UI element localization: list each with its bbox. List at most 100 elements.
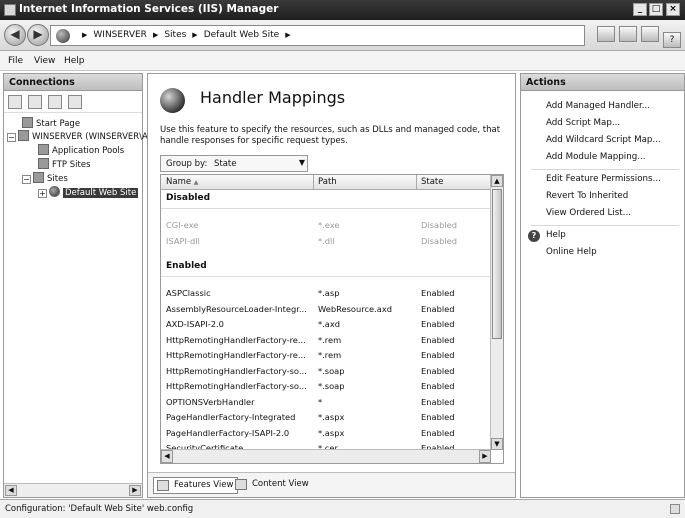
revert-to-inherited-link[interactable]: Revert To Inherited	[546, 191, 628, 201]
column-header-state[interactable]: State	[421, 177, 444, 187]
website-globe-icon	[49, 186, 60, 197]
scroll-left-icon[interactable]: ◀	[161, 450, 173, 463]
cell-name: HttpRemotingHandlerFactory-so...	[166, 381, 307, 391]
group-by-select[interactable]: Group by: State ▼	[160, 155, 308, 172]
address-bar: ◀ ▶ ▶ WINSERVER ▶ Sites ▶ Default Web Site ▶ ?	[0, 20, 685, 51]
help-icon[interactable]: ?	[663, 32, 681, 48]
breadcrumb-separator: ▶	[152, 31, 159, 39]
menu-file[interactable]: File	[8, 56, 23, 66]
tree-item-default-web-site[interactable]: + Default Web Site	[38, 186, 139, 198]
actions-header: Actions	[521, 74, 684, 91]
table-row[interactable]: HttpRemotingHandlerFactory-so... *.soap En…	[161, 379, 491, 394]
table-horizontal-scrollbar[interactable]: ◀ ▶	[161, 449, 491, 463]
expand-toggle[interactable]: +	[38, 189, 47, 198]
breadcrumb-item-server[interactable]: WINSERVER	[93, 30, 147, 40]
scroll-right-icon[interactable]: ▶	[479, 450, 491, 463]
tab-content-view[interactable]: Content View	[232, 477, 313, 494]
stop-icon[interactable]	[619, 26, 637, 42]
breadcrumb[interactable]: ▶ WINSERVER ▶ Sites ▶ Default Web Site ▶	[50, 25, 585, 46]
close-button[interactable]: ×	[666, 3, 680, 16]
table-row[interactable]: AssemblyResourceLoader-Integr... WebResou…	[161, 302, 491, 317]
cell-name: HttpRemotingHandlerFactory-re...	[166, 334, 306, 345]
cell-name: OPTIONSVerbHandler	[166, 396, 255, 407]
menu-view[interactable]: View	[34, 56, 55, 66]
add-wildcard-script-map-link[interactable]: Add Wildcard Script Map...	[546, 135, 661, 145]
connection-icon[interactable]	[597, 26, 615, 42]
cell-name: HttpRemotingHandlerFactory-re...	[166, 350, 306, 360]
group-header[interactable]: Enabled	[166, 261, 207, 271]
cell-path: *.rem	[318, 350, 342, 360]
scroll-left-icon[interactable]: ◀	[5, 485, 17, 496]
features-view-icon	[157, 480, 169, 491]
cell-state: Enabled	[421, 288, 455, 298]
connections-horizontal-scrollbar[interactable]: ◀ ▶	[4, 483, 142, 497]
cell-path: WebResource.axd	[318, 303, 393, 314]
cell-state: Enabled	[421, 303, 455, 314]
table-row[interactable]: ISAPI-dll *.dll Disabled	[161, 234, 491, 249]
view-ordered-list-link[interactable]: View Ordered List...	[546, 208, 631, 218]
add-script-map-link[interactable]: Add Script Map...	[546, 118, 620, 128]
table-row[interactable]: HttpRemotingHandlerFactory-re... *.rem Ena…	[161, 348, 491, 363]
view-tabs: Features View Content View	[148, 472, 515, 497]
column-header-name[interactable]: Name ▲	[166, 177, 198, 187]
help-link[interactable]: Help	[546, 230, 566, 240]
scrollbar-thumb[interactable]	[492, 189, 502, 339]
forward-button[interactable]: ▶	[27, 24, 49, 46]
table-vertical-scrollbar[interactable]: ▲ ▼	[490, 175, 503, 450]
table-row[interactable]: OPTIONSVerbHandler * Enabled	[161, 395, 491, 410]
save-icon[interactable]	[28, 95, 42, 109]
scroll-down-icon[interactable]: ▼	[491, 438, 503, 450]
column-divider[interactable]	[416, 175, 417, 190]
back-button[interactable]: ◀	[4, 24, 26, 46]
cell-state: Disabled	[421, 235, 458, 246]
content-view-icon	[235, 479, 247, 490]
maximize-button[interactable]: □	[649, 3, 663, 16]
group-by-label: Group by:	[166, 159, 208, 169]
menu-bar: File View Help	[0, 51, 685, 71]
add-module-mapping-link[interactable]: Add Module Mapping...	[546, 152, 646, 162]
table-row[interactable]: HttpRemotingHandlerFactory-re... *.rem Ena…	[161, 333, 491, 348]
collapse-toggle[interactable]: −	[7, 133, 16, 142]
tree-item-sites[interactable]: − Sites	[22, 172, 68, 184]
minimize-button[interactable]: _	[633, 3, 647, 16]
table-row[interactable]: HttpRemotingHandlerFactory-so... *.soap En…	[161, 364, 491, 379]
group-divider	[161, 208, 491, 209]
up-level-icon[interactable]	[48, 95, 62, 109]
breadcrumb-item-sites[interactable]: Sites	[164, 30, 186, 40]
globe-icon	[56, 29, 70, 43]
tree-item-start-page[interactable]: Start Page	[22, 117, 80, 129]
scroll-right-icon[interactable]: ▶	[129, 485, 141, 496]
collapse-toggle[interactable]: −	[22, 175, 31, 184]
tree-item-app-pools[interactable]: Application Pools	[38, 144, 124, 156]
breadcrumb-separator: ▶	[192, 31, 198, 39]
cell-name: PageHandlerFactory-ISAPI-2.0	[166, 427, 290, 438]
column-divider[interactable]	[313, 175, 314, 190]
group-by-value: State	[214, 159, 237, 169]
disconnect-icon[interactable]	[68, 95, 82, 109]
edit-feature-permissions-link[interactable]: Edit Feature Permissions...	[546, 174, 661, 184]
column-header-path[interactable]: Path	[318, 177, 337, 187]
add-managed-handler-link[interactable]: Add Managed Handler...	[546, 101, 650, 111]
tab-features-view[interactable]: Features View	[153, 477, 239, 494]
scroll-up-icon[interactable]: ▲	[491, 175, 503, 187]
connect-icon[interactable]	[8, 95, 22, 109]
cell-name: ASPClassic	[166, 288, 211, 298]
tree-item-label: Application Pools	[52, 146, 125, 156]
breadcrumb-item-site[interactable]: Default Web Site	[204, 30, 280, 40]
cell-state: Enabled	[421, 381, 455, 391]
table-row[interactable]: PageHandlerFactory-ISAPI-2.0 *.aspx Enable…	[161, 426, 491, 441]
menu-help[interactable]: Help	[64, 56, 85, 66]
table-row[interactable]: AXD-ISAPI-2.0 *.axd Enabled	[161, 317, 491, 332]
connections-header: Connections	[4, 74, 142, 91]
table-row[interactable]: PageHandlerFactory-Integrated *.aspx Enabl…	[161, 410, 491, 425]
home-icon[interactable]	[641, 26, 659, 42]
online-help-link[interactable]: Online Help	[546, 247, 597, 257]
actions-divider	[531, 169, 679, 170]
chevron-down-icon[interactable]: ▼	[299, 158, 305, 167]
table-row[interactable]: CGI-exe *.exe Disabled	[161, 218, 491, 233]
table-row[interactable]: ASPClassic *.asp Enabled	[161, 286, 491, 301]
group-header[interactable]: Disabled	[166, 193, 210, 203]
start-page-icon	[22, 117, 33, 128]
cell-state: Disabled	[421, 220, 458, 230]
tree-item-ftp-sites[interactable]: FTP Sites	[38, 158, 91, 170]
